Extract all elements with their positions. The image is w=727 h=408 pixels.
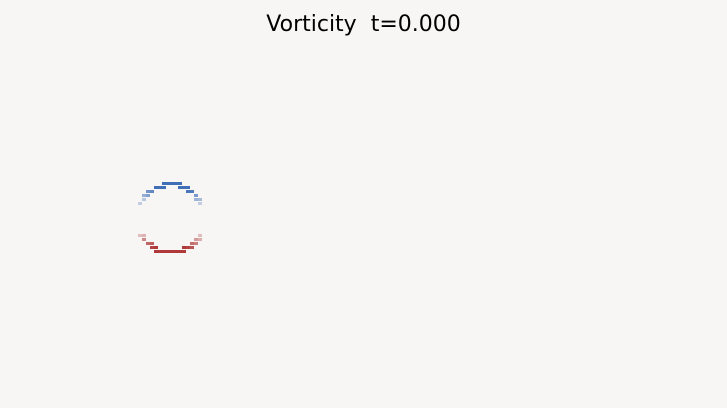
positive-vorticity-cell [194,238,198,241]
positive-vorticity-cell [166,250,170,253]
negative-vorticity-cell [154,186,158,189]
negative-vorticity-cell [142,198,146,201]
negative-vorticity-cell [170,182,174,185]
negative-vorticity-cell [166,182,170,185]
negative-vorticity-cell [158,186,162,189]
vorticity-figure: Vorticity t=0.000 [0,0,727,408]
negative-vorticity-cell [138,202,142,205]
negative-vorticity-cell [182,186,186,189]
negative-vorticity-cell [194,194,198,197]
negative-vorticity-cell [198,198,202,201]
negative-vorticity-cell [186,186,190,189]
negative-vorticity-arc [138,182,202,205]
negative-vorticity-cell [146,190,150,193]
positive-vorticity-cell [182,250,186,253]
positive-vorticity-cell [170,250,174,253]
positive-vorticity-cell [186,246,190,249]
positive-vorticity-cell [190,242,194,245]
positive-vorticity-arc [138,234,202,253]
negative-vorticity-cell [162,182,166,185]
negative-vorticity-cell [174,182,178,185]
negative-vorticity-cell [162,186,166,189]
positive-vorticity-cell [150,246,154,249]
vorticity-field [138,182,202,253]
positive-vorticity-cell [146,242,150,245]
negative-vorticity-cell [198,202,202,205]
positive-vorticity-cell [142,234,146,237]
positive-vorticity-cell [154,246,158,249]
positive-vorticity-cell [150,242,154,245]
negative-vorticity-cell [142,194,146,197]
positive-vorticity-cell [194,242,198,245]
negative-vorticity-cell [194,198,198,201]
positive-vorticity-cell [182,246,186,249]
positive-vorticity-cell [178,250,182,253]
negative-vorticity-cell [178,186,182,189]
positive-vorticity-cell [190,246,194,249]
positive-vorticity-cell [154,250,158,253]
negative-vorticity-cell [150,190,154,193]
negative-vorticity-cell [146,194,150,197]
positive-vorticity-cell [162,250,166,253]
positive-vorticity-cell [198,234,202,237]
negative-vorticity-cell [186,190,190,193]
positive-vorticity-cell [142,238,146,241]
positive-vorticity-cell [158,250,162,253]
positive-vorticity-cell [174,250,178,253]
negative-vorticity-cell [178,182,182,185]
negative-vorticity-cell [190,190,194,193]
positive-vorticity-cell [138,234,142,237]
positive-vorticity-cell [198,238,202,241]
